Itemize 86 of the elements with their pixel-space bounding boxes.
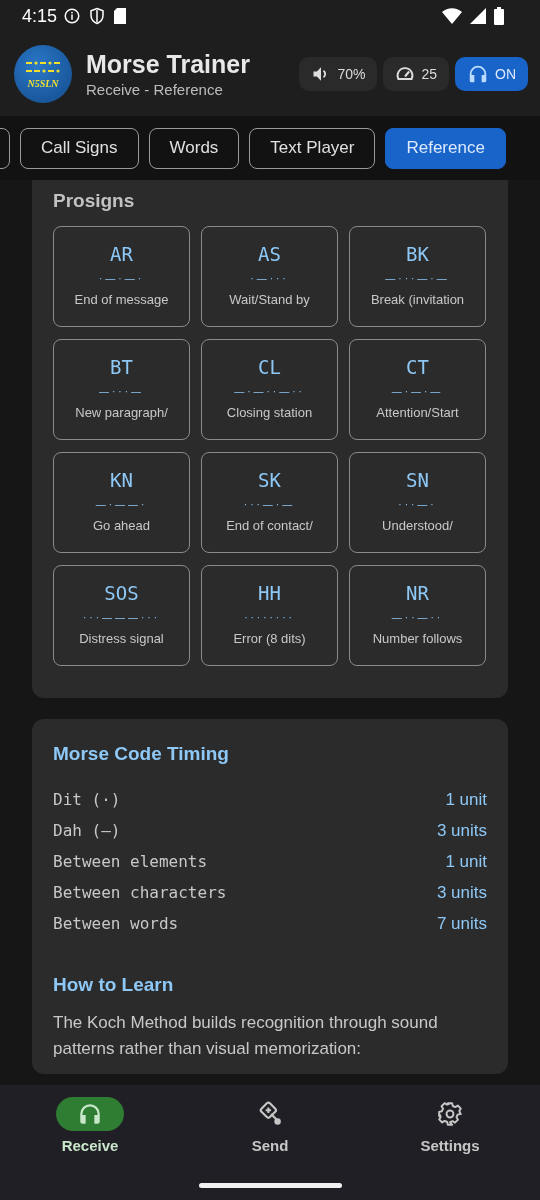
prosign-card[interactable]: SN ···—· Understood/ <box>349 452 486 553</box>
prosign-meaning: Error (8 dits) <box>233 631 306 646</box>
prosign-code: AS <box>258 243 281 265</box>
morse-pattern: ···———··· <box>83 612 160 623</box>
timing-value: 1 unit <box>445 789 487 810</box>
prosign-card[interactable]: AS ·—··· Wait/Stand by <box>201 226 338 327</box>
prosign-meaning: Attention/Start <box>376 405 459 420</box>
section-title: How to Learn <box>53 974 175 996</box>
tab[interactable]: Reference <box>385 127 506 169</box>
morse-pattern: ·—·—· <box>99 273 144 284</box>
prosign-meaning: End of message <box>74 292 169 307</box>
prosign-code: KN <box>110 469 133 491</box>
section-title: Prosigns <box>53 190 136 212</box>
timing-label: Dit (·) <box>53 790 121 809</box>
clock-time: 4:15 <box>22 5 58 27</box>
prosign-card[interactable]: BK —···—·— Break (invitation <box>349 226 486 327</box>
info-icon <box>63 7 82 25</box>
timing-label: Between characters <box>53 883 227 902</box>
speed-chip[interactable]: 25 <box>383 57 449 91</box>
volume-chip[interactable]: 70% <box>299 57 378 91</box>
nav-item[interactable]: Settings <box>360 1097 540 1200</box>
timing-value: 3 units <box>436 820 487 841</box>
tab[interactable]: Text Player <box>249 127 376 169</box>
nav-item[interactable]: Send <box>180 1097 360 1200</box>
prosign-card[interactable]: SK ···—·— End of contact/ <box>201 452 338 553</box>
app-subtitle: Receive - Reference <box>86 81 224 98</box>
prosign-code: NR <box>406 582 429 604</box>
prosign-card[interactable]: HH ········ Error (8 dits) <box>201 565 338 666</box>
morse-pattern: ···—·— <box>243 499 296 510</box>
prosign-code: SK <box>258 469 281 491</box>
timing-label: Between words <box>53 914 179 933</box>
prosign-meaning: Go ahead <box>92 518 151 533</box>
prosign-card[interactable]: AR ·—·—· End of message <box>53 226 190 327</box>
prosign-meaning: Break (invitation <box>370 292 465 307</box>
sd-card-icon <box>113 8 128 24</box>
prosign-meaning: Closing station <box>226 405 313 420</box>
timing-label: Dah (—) <box>53 821 121 840</box>
app-title: Morse Trainer <box>86 50 251 79</box>
prosign-code: AR <box>110 243 133 265</box>
prosign-meaning: Distress signal <box>79 631 164 646</box>
timing-value: 1 unit <box>445 851 487 872</box>
morse-pattern: —···—·— <box>385 273 450 284</box>
section-title: Morse Code Timing <box>53 743 230 765</box>
morse-pattern: —·—··—·· <box>234 386 305 397</box>
prosign-code: BT <box>110 356 133 378</box>
prosign-meaning: New paragraph/ <box>75 405 168 420</box>
prosign-code: CT <box>406 356 429 378</box>
morse-pattern: —·——· <box>95 499 148 510</box>
headphones-icon <box>467 63 489 85</box>
morse-pattern: —·—·— <box>391 386 444 397</box>
timing-label: Between elements <box>53 852 208 871</box>
morse-pattern: —···— <box>99 386 144 397</box>
morse-pattern: ·—··· <box>250 273 289 284</box>
prosign-meaning: Understood/ <box>382 518 453 533</box>
settings-icon <box>437 1101 463 1127</box>
morse-pattern: ········ <box>244 612 295 623</box>
prosign-code: HH <box>258 582 281 604</box>
prosign-card[interactable]: CT —·—·— Attention/Start <box>349 339 486 440</box>
tab[interactable]: Call Signs <box>20 127 139 169</box>
prosign-code: BK <box>406 243 429 265</box>
nav-item[interactable]: Receive <box>0 1097 180 1200</box>
logo-text: N5SLN <box>27 78 59 89</box>
morse-key-icon <box>257 1101 283 1127</box>
prosign-code: CL <box>258 356 281 378</box>
prosign-card[interactable]: NR —··—·· Number follows <box>349 565 486 666</box>
morse-pattern: —··—·· <box>391 612 444 623</box>
signal-icon <box>470 8 486 24</box>
prosign-meaning: Wait/Stand by <box>229 292 310 307</box>
prosign-card[interactable]: KN —·——· Go ahead <box>53 452 190 553</box>
audio-toggle[interactable]: ON <box>455 57 528 91</box>
shield-icon <box>89 7 106 25</box>
prosign-meaning: End of contact/ <box>226 518 313 533</box>
prosign-card[interactable]: SOS ···———··· Distress signal <box>53 565 190 666</box>
headphones-icon <box>77 1101 103 1127</box>
timing-value: 7 units <box>436 913 487 934</box>
tab[interactable]: Words <box>148 127 240 169</box>
timing-value: 3 units <box>436 882 487 903</box>
learn-paragraph: The Koch Method builds recognition through sound patterns rather than visual memorization: <box>53 1012 439 1060</box>
wifi-icon <box>442 8 462 24</box>
battery-icon <box>494 7 504 25</box>
prosign-code: SN <box>406 469 429 491</box>
prosign-card[interactable]: CL —·—··—·· Closing station <box>201 339 338 440</box>
prosign-code: SOS <box>104 582 139 604</box>
prosign-meaning: Number follows <box>372 631 463 646</box>
morse-pattern: ···—· <box>398 499 437 510</box>
prosign-card[interactable]: BT —···— New paragraph/ <box>53 339 190 440</box>
